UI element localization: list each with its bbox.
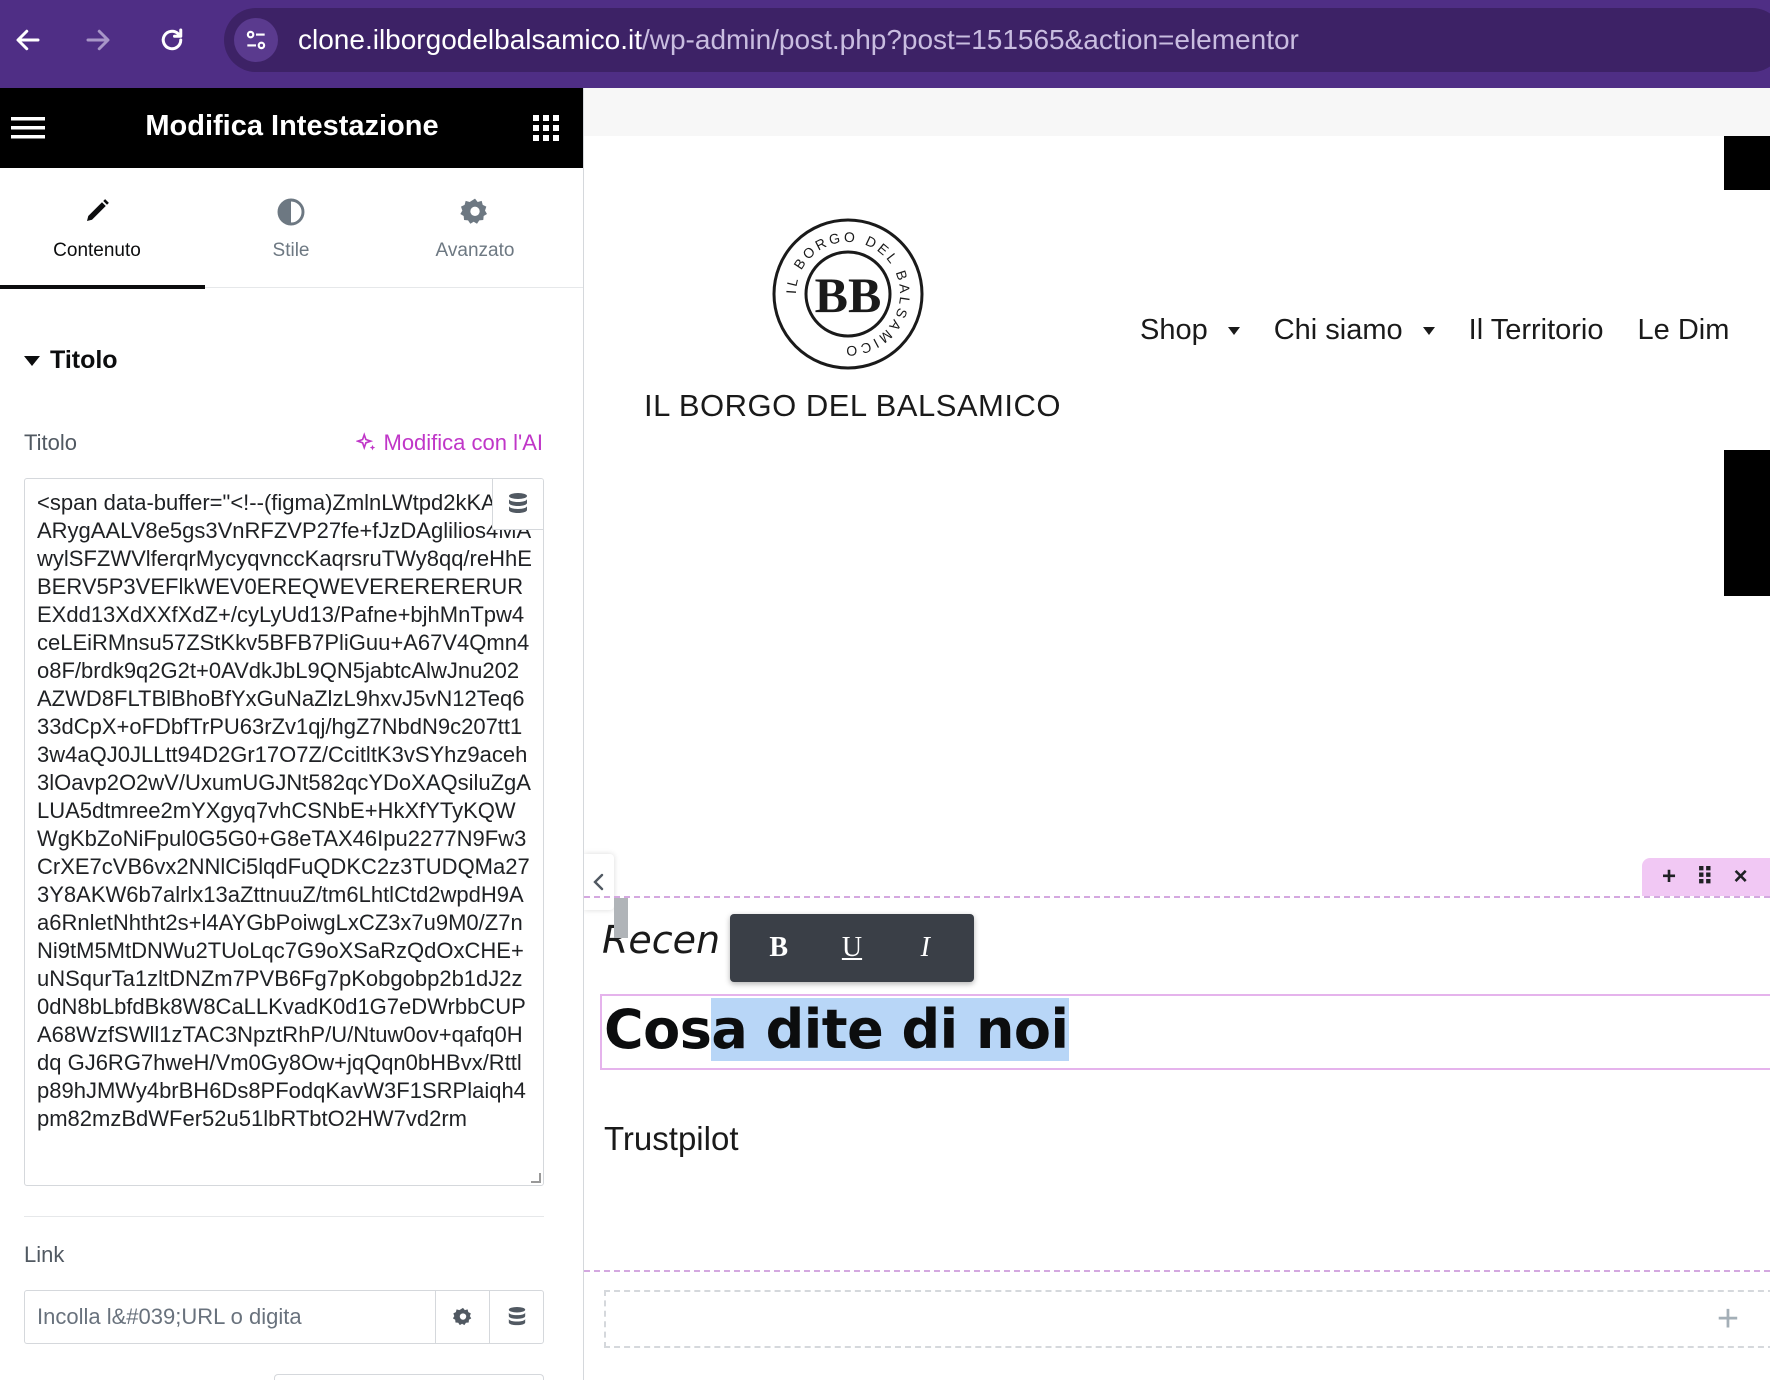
forward-arrow-icon xyxy=(86,29,110,51)
nav-item-il-territorio[interactable]: Il Territorio xyxy=(1469,314,1604,347)
caret-down-icon xyxy=(24,355,40,366)
link-options-button[interactable] xyxy=(435,1291,489,1343)
panel-title: Modifica Intestazione xyxy=(145,110,439,142)
header-black-element xyxy=(1724,450,1770,596)
tune-icon xyxy=(246,30,266,50)
heading-widget[interactable]: Cosa dite di noi xyxy=(604,998,1069,1061)
titolo-textarea[interactable]: <span data-buffer="<!--(figma)ZmlnLWtpd2… xyxy=(24,478,544,1186)
section-toolbar: + ⠿ × xyxy=(1642,858,1770,896)
nav-item-shop-label: Shop xyxy=(1140,314,1208,346)
delete-section-button[interactable]: × xyxy=(1734,863,1748,891)
tab-contenuto-label: Contenuto xyxy=(53,240,141,261)
editor-panel: Modifica Intestazione Contenuto Stile Av… xyxy=(0,88,584,1380)
reload-button[interactable] xyxy=(150,18,194,62)
panel-header: Modifica Intestazione xyxy=(0,88,583,168)
caret-down-icon xyxy=(1422,326,1435,335)
tab-avanzato-label: Avanzato xyxy=(435,240,515,261)
titolo-textarea-content: <span data-buffer="<!--(figma)ZmlnLWtpd2… xyxy=(37,490,532,1131)
site-info-button[interactable] xyxy=(234,18,278,62)
tab-contenuto[interactable]: Contenuto xyxy=(0,168,205,289)
gear-icon xyxy=(378,196,572,228)
sparkle-icon xyxy=(355,432,375,451)
back-arrow-icon xyxy=(16,29,40,51)
add-element-button[interactable]: + xyxy=(1662,863,1676,891)
caret-down-icon xyxy=(1227,326,1240,335)
resize-handle[interactable] xyxy=(531,1173,541,1183)
titolo-field-label: Titolo xyxy=(24,430,77,455)
pencil-icon xyxy=(0,196,194,226)
dynamic-tags-button[interactable] xyxy=(492,479,543,530)
widget-handle[interactable] xyxy=(614,898,628,938)
heading-text-selected: a dite di noi xyxy=(711,998,1069,1061)
tab-avanzato[interactable]: Avanzato xyxy=(378,168,572,288)
logo-monogram: BB xyxy=(815,267,882,323)
trustpilot-text[interactable]: Trustpilot xyxy=(604,1120,738,1158)
url-host: clone.ilborgodelbalsamico.it xyxy=(298,24,642,55)
grid-icon xyxy=(533,115,559,141)
nav-item-shop[interactable]: Shop xyxy=(1140,314,1240,347)
nav-item-il-territorio-label: Il Territorio xyxy=(1468,314,1604,346)
underline-button[interactable]: U xyxy=(830,932,874,964)
inline-format-toolbar: B U I xyxy=(730,914,974,982)
next-control-edge xyxy=(274,1374,544,1380)
chevron-left-icon xyxy=(593,873,604,891)
nav-item-le-dim-label: Le Dim xyxy=(1637,314,1730,346)
url-path: /wp-admin/post.php?post=151565&action=el… xyxy=(641,24,1299,55)
tab-stile[interactable]: Stile xyxy=(194,168,388,288)
section-title-text: Titolo xyxy=(50,346,118,374)
brand-logo[interactable]: IL BORGO DEL BALSAMICO BB xyxy=(770,216,926,372)
main-navigation: Shop Chi siamo Il Territorio Le Dim xyxy=(1140,314,1763,347)
panel-tabs: Contenuto Stile Avanzato xyxy=(0,168,583,289)
url-text[interactable]: clone.ilborgodelbalsamico.it/wp-admin/po… xyxy=(298,24,1299,56)
reload-icon xyxy=(161,28,183,51)
link-dynamic-tags-button[interactable] xyxy=(489,1291,543,1343)
back-button[interactable] xyxy=(6,18,50,62)
add-section-area[interactable] xyxy=(604,1290,1770,1348)
tab-stile-label: Stile xyxy=(272,240,310,261)
section-toggle-titolo[interactable]: Titolo xyxy=(24,346,118,375)
database-icon xyxy=(509,493,527,513)
add-section-button[interactable]: + xyxy=(1708,1292,1748,1346)
header-black-element xyxy=(1724,136,1770,190)
ai-edit-label: Modifica con l'AI xyxy=(383,430,544,455)
brand-name: IL BORGO DEL BALSAMICO xyxy=(644,388,1061,423)
nav-item-chi-siamo-label: Chi siamo xyxy=(1273,314,1403,346)
ai-edit-link[interactable]: Modifica con l'AI xyxy=(355,430,544,456)
database-icon xyxy=(508,1307,525,1326)
divider xyxy=(24,1216,544,1217)
browser-toolbar: clone.ilborgodelbalsamico.it/wp-admin/po… xyxy=(0,0,1770,88)
link-field xyxy=(24,1290,544,1344)
editor-preview: IL BORGO DEL BALSAMICO BB IL BORGO DEL B… xyxy=(584,88,1770,1380)
bold-button[interactable]: B xyxy=(757,932,801,964)
preview-top-strip xyxy=(584,88,1770,136)
link-field-label: Link xyxy=(24,1242,65,1267)
link-url-input[interactable] xyxy=(25,1291,435,1343)
heading-text-unselected: Cos xyxy=(604,998,712,1061)
italic-button[interactable]: I xyxy=(903,932,947,964)
address-bar[interactable]: clone.ilborgodelbalsamico.it/wp-admin/po… xyxy=(224,8,1770,72)
nav-item-le-dim[interactable]: Le Dim xyxy=(1638,314,1730,347)
contrast-icon xyxy=(194,196,388,228)
drag-section-handle[interactable]: ⠿ xyxy=(1696,863,1714,892)
nav-item-chi-siamo[interactable]: Chi siamo xyxy=(1274,314,1435,347)
forward-button[interactable] xyxy=(76,18,120,62)
gear-icon xyxy=(452,1307,471,1326)
widgets-grid-button[interactable] xyxy=(526,108,566,148)
